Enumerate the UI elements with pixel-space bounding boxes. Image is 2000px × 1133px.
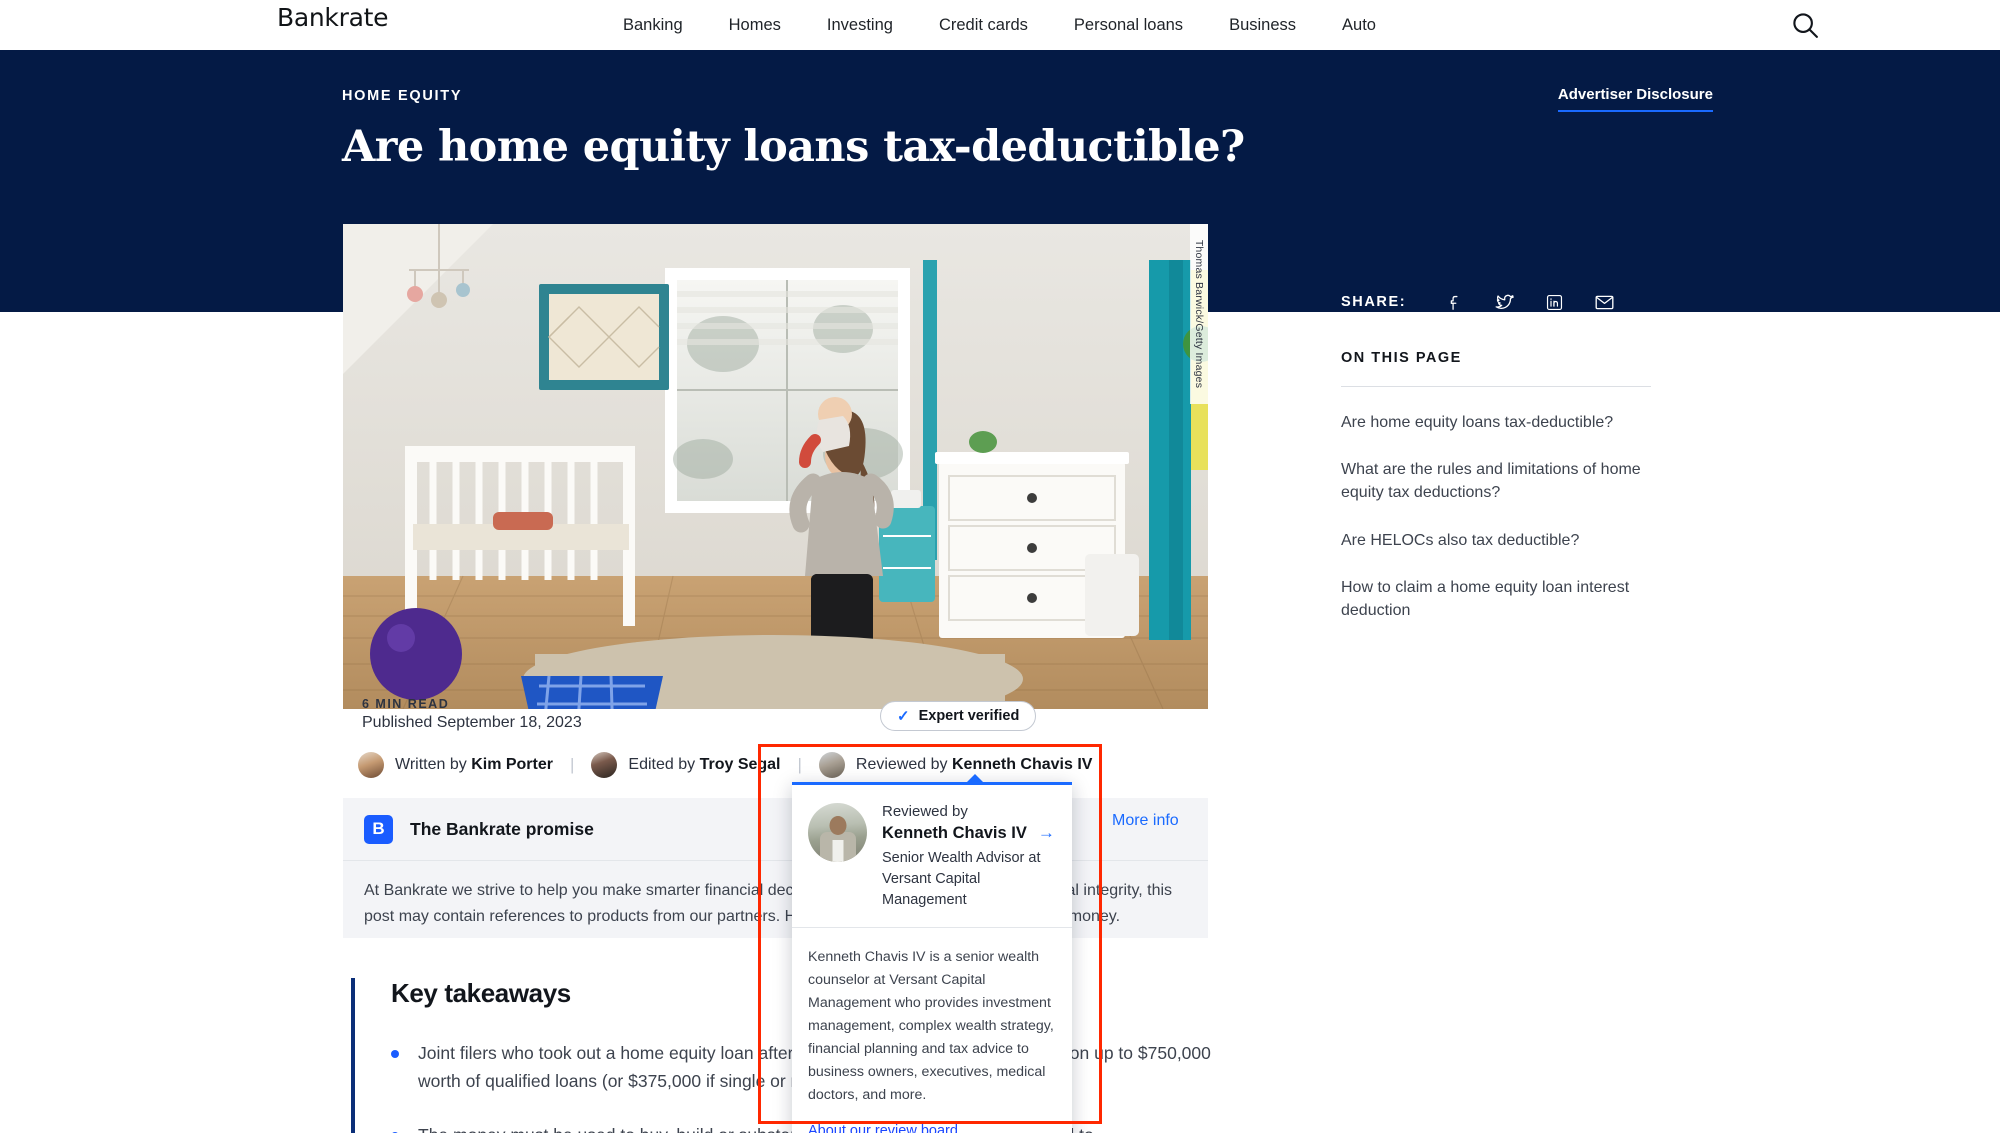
reviewer-tooltip: Reviewed by Kenneth Chavis IV → Senior W… <box>792 774 1072 1133</box>
nav-item-homes[interactable]: Homes <box>706 16 804 35</box>
bankrate-promise-box: B The Bankrate promise At Bankrate we st… <box>343 798 1208 938</box>
expert-verified-badge[interactable]: ✓ Expert verified <box>880 701 1037 731</box>
check-icon: ✓ <box>897 708 910 725</box>
on-this-page-item-1[interactable]: What are the rules and limitations of ho… <box>1341 458 1651 504</box>
top-navigation-bar: Bankrate Banking Homes Investing Credit … <box>0 0 2000 50</box>
arrow-right-icon: → <box>1037 823 1055 842</box>
bullet-icon <box>391 1050 399 1058</box>
tooltip-header-text: Reviewed by Kenneth Chavis IV → Senior W… <box>882 803 1056 911</box>
advertiser-disclosure-link[interactable]: Advertiser Disclosure <box>1557 86 1713 112</box>
byline-reviewer[interactable]: Reviewed by Kenneth Chavis IV <box>856 756 1093 774</box>
byline-editor[interactable]: Edited by Troy Segal <box>628 756 780 774</box>
reviewer-photo <box>808 803 867 862</box>
avatar-reviewer <box>818 752 845 778</box>
about-review-board-link[interactable]: About our review board <box>808 1123 958 1133</box>
nav-item-investing[interactable]: Investing <box>804 16 916 35</box>
on-this-page-item-0[interactable]: Are home equity loans tax-deductible? <box>1341 411 1651 434</box>
tooltip-arrow-icon <box>964 774 986 785</box>
editor-name[interactable]: Troy Segal <box>700 756 781 773</box>
reviewed-by-prefix: Reviewed by <box>855 756 948 773</box>
written-by-prefix: Written by <box>395 756 467 773</box>
nav-item-credit-cards[interactable]: Credit cards <box>916 16 1051 35</box>
nav-item-auto[interactable]: Auto <box>1319 16 1399 35</box>
nursery-photo <box>343 224 1208 709</box>
photo-credit: Thomas Barwick/Getty Images <box>1190 224 1208 404</box>
tooltip-reviewer-name[interactable]: Kenneth Chavis IV → <box>882 823 1056 843</box>
article-hero-image: Thomas Barwick/Getty Images <box>343 224 1208 709</box>
bankrate-promise-title: The Bankrate promise <box>410 818 594 839</box>
bankrate-promise-header: B The Bankrate promise <box>343 798 1208 861</box>
more-info-link[interactable]: More info <box>1112 812 1179 830</box>
bankrate-promise-body: At Bankrate we strive to help you make s… <box>364 882 1173 925</box>
tooltip-reviewer-bio: Kenneth Chavis IV is a senior wealth cou… <box>808 949 1054 1104</box>
photo-credit-text: Thomas Barwick/Getty Images <box>1193 239 1205 389</box>
bankrate-logo[interactable]: Bankrate <box>277 3 388 32</box>
avatar-author <box>358 752 384 778</box>
on-this-page-item-2[interactable]: Are HELOCs also tax deductible? <box>1341 529 1651 552</box>
edited-by-prefix: Edited by <box>628 756 696 773</box>
author-name[interactable]: Kim Porter <box>471 756 553 773</box>
on-this-page-title: ON THIS PAGE <box>1341 350 1651 387</box>
published-date: Published September 18, 2023 <box>362 714 582 731</box>
email-icon[interactable] <box>1590 288 1618 316</box>
on-this-page-nav: ON THIS PAGE Are home equity loans tax-d… <box>1341 350 1651 622</box>
nav-links: Banking Homes Investing Credit cards Per… <box>600 0 1399 50</box>
page-title: Are home equity loans tax-deductible? <box>342 122 1245 172</box>
share-label: SHARE: <box>1341 294 1407 310</box>
tooltip-reviewer-title: Senior Wealth Advisor at Versant Capital… <box>882 850 1041 909</box>
expert-verified-label: Expert verified <box>918 708 1020 724</box>
reviewer-name[interactable]: Kenneth Chavis IV <box>952 756 1092 773</box>
search-icon[interactable] <box>1790 10 1820 40</box>
read-time: 6 MIN READ <box>362 697 450 711</box>
linkedin-icon[interactable] <box>1540 288 1568 316</box>
tooltip-reviewed-by-label: Reviewed by <box>882 803 968 820</box>
nav-item-personal-loans[interactable]: Personal loans <box>1051 16 1206 35</box>
byline-separator-1: | <box>569 755 575 774</box>
share-row: SHARE: <box>1341 288 1640 316</box>
tooltip-reviewer-name-text: Kenneth Chavis IV <box>882 823 1027 842</box>
tooltip-header: Reviewed by Kenneth Chavis IV → Senior W… <box>792 785 1072 927</box>
on-this-page-item-3[interactable]: How to claim a home equity loan interest… <box>1341 576 1651 622</box>
facebook-icon[interactable] <box>1440 288 1468 316</box>
avatar-editor <box>591 752 618 778</box>
article-page: Bankrate Banking Homes Investing Credit … <box>0 0 2000 1133</box>
twitter-icon[interactable] <box>1490 288 1518 316</box>
byline-separator-2: | <box>797 755 802 774</box>
nav-item-business[interactable]: Business <box>1206 16 1319 35</box>
nav-item-banking[interactable]: Banking <box>600 16 706 35</box>
byline-author[interactable]: Written by Kim Porter <box>395 756 553 774</box>
key-takeaways: Key takeaways Joint filers who took out … <box>351 978 1211 1133</box>
bankrate-b-icon: B <box>364 814 393 844</box>
category-kicker: HOME EQUITY <box>342 88 463 104</box>
